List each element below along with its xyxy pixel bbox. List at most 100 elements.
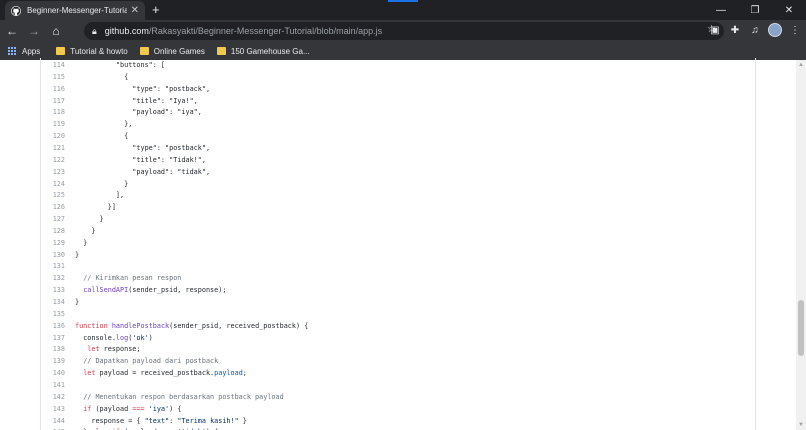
code-line: 128 } bbox=[41, 225, 755, 237]
media-icon[interactable]: ♫ bbox=[748, 22, 762, 38]
browser-tab[interactable]: Beginner-Messenger-Tutorial/ap ✕ bbox=[5, 1, 145, 20]
close-window-button[interactable]: ✕ bbox=[772, 0, 806, 20]
line-number[interactable]: 132 bbox=[41, 272, 65, 284]
code-token: "type": "postback", bbox=[75, 84, 211, 93]
code-view: 114 "buttons": [115 {116 "type": "postba… bbox=[40, 58, 756, 430]
maximize-button[interactable]: ❐ bbox=[738, 0, 772, 20]
tab-close-icon[interactable]: ✕ bbox=[131, 5, 139, 16]
line-number[interactable]: 129 bbox=[41, 237, 65, 249]
line-number[interactable]: 122 bbox=[41, 154, 65, 166]
code-line: 122 "title": "Tidak!", bbox=[41, 154, 755, 166]
url-path: /Rakasyakti/Beginner-Messenger-Tutorial/… bbox=[148, 26, 383, 36]
line-number[interactable]: 114 bbox=[41, 59, 65, 71]
line-number[interactable]: 141 bbox=[41, 379, 65, 391]
menu-icon[interactable]: ⋮ bbox=[788, 22, 802, 38]
code-token: let bbox=[83, 369, 96, 378]
line-number[interactable]: 140 bbox=[41, 367, 65, 379]
line-number[interactable]: 143 bbox=[41, 403, 65, 415]
scrollbar[interactable]: ▲ ▼ bbox=[796, 60, 806, 430]
code-token: === bbox=[132, 404, 145, 413]
code-line: 131 bbox=[41, 260, 755, 272]
code-text: "title": "Iya!", bbox=[75, 95, 197, 107]
bookmark-folder[interactable]: 150 Gamehouse Ga... bbox=[216, 47, 310, 56]
line-number[interactable]: 125 bbox=[41, 189, 65, 201]
line-number[interactable]: 139 bbox=[41, 355, 65, 367]
address-bar[interactable]: 🔒︎ github.com/Rakasyakti/Beginner-Messen… bbox=[84, 22, 724, 40]
line-number[interactable]: 118 bbox=[41, 106, 65, 118]
profile-avatar[interactable] bbox=[768, 23, 782, 37]
code-text: "type": "postback", bbox=[75, 83, 210, 95]
line-number[interactable]: 127 bbox=[41, 213, 65, 225]
code-line: 139 // Dapatkan payload dari postback bbox=[41, 355, 755, 367]
code-text: let payload = received_postback.payload; bbox=[75, 367, 247, 379]
code-line: 121 "type": "postback", bbox=[41, 142, 755, 154]
code-line: 133 callSendAPI(sender_psid, response); bbox=[41, 284, 755, 296]
code-token: ) { bbox=[169, 404, 182, 413]
code-line: 143 if (payload === 'iya') { bbox=[41, 403, 755, 415]
line-number[interactable]: 120 bbox=[41, 130, 65, 142]
line-number[interactable]: 136 bbox=[41, 320, 65, 332]
code-token: } bbox=[75, 226, 96, 235]
line-number[interactable]: 126 bbox=[41, 201, 65, 213]
home-button[interactable]: ⌂ bbox=[46, 21, 66, 41]
code-text: let response; bbox=[75, 343, 140, 355]
code-token: } bbox=[238, 416, 247, 425]
back-button[interactable]: ← bbox=[2, 21, 22, 41]
code-line: 115 { bbox=[41, 71, 755, 83]
line-number[interactable]: 137 bbox=[41, 332, 65, 344]
code-line: 129 } bbox=[41, 237, 755, 249]
bookmark-folder[interactable]: Online Games bbox=[139, 47, 205, 56]
line-number[interactable]: 144 bbox=[41, 415, 65, 427]
line-number[interactable]: 128 bbox=[41, 225, 65, 237]
code-text: "payload": "tidak", bbox=[75, 166, 210, 178]
extensions-icon[interactable]: ✚ bbox=[728, 22, 742, 38]
forward-button[interactable]: → bbox=[24, 21, 44, 41]
lock-icon: 🔒︎ bbox=[92, 25, 97, 36]
line-number[interactable]: 124 bbox=[41, 178, 65, 190]
bookmark-apps[interactable]: Apps bbox=[8, 46, 41, 56]
code-token: payload = received_postback. bbox=[95, 369, 215, 378]
line-number[interactable]: 123 bbox=[41, 166, 65, 178]
code-line: 120 { bbox=[41, 130, 755, 142]
code-line: 134} bbox=[41, 296, 755, 308]
line-number[interactable]: 119 bbox=[41, 118, 65, 130]
line-number[interactable]: 133 bbox=[41, 284, 65, 296]
code-text: "buttons": [ bbox=[75, 59, 165, 71]
code-token: { bbox=[75, 132, 129, 141]
cast-icon[interactable]: ▣ bbox=[708, 22, 722, 38]
tab-strip-indicator bbox=[388, 0, 418, 2]
line-number[interactable]: 142 bbox=[41, 391, 65, 403]
code-line: 135 bbox=[41, 308, 755, 320]
line-number[interactable]: 135 bbox=[41, 308, 65, 320]
line-number[interactable]: 115 bbox=[41, 71, 65, 83]
line-number[interactable]: 116 bbox=[41, 83, 65, 95]
code-line: 123 "payload": "tidak", bbox=[41, 166, 755, 178]
code-token: }] bbox=[75, 203, 116, 212]
code-text: // Kirimkan pesan respon bbox=[75, 272, 181, 284]
new-tab-button[interactable]: + bbox=[152, 3, 160, 17]
scroll-up-arrow-icon[interactable]: ▲ bbox=[798, 62, 804, 68]
line-number[interactable]: 145 bbox=[41, 426, 65, 430]
scroll-down-arrow-icon[interactable]: ▼ bbox=[798, 422, 804, 428]
code-token: response; bbox=[99, 345, 141, 354]
folder-icon bbox=[139, 47, 149, 55]
code-line: 124 } bbox=[41, 178, 755, 190]
code-token: "payload": "iya", bbox=[75, 108, 202, 117]
bookmark-label: Apps bbox=[22, 46, 41, 56]
line-number[interactable]: 121 bbox=[41, 142, 65, 154]
line-number[interactable]: 131 bbox=[41, 260, 65, 272]
line-number[interactable]: 138 bbox=[41, 343, 65, 355]
code-token: ) bbox=[148, 333, 153, 342]
code-text: "title": "Tidak!", bbox=[75, 154, 206, 166]
bookmark-folder[interactable]: Tutorial & howto bbox=[56, 47, 128, 56]
code-line: 126 }] bbox=[41, 201, 755, 213]
minimize-button[interactable]: — bbox=[704, 0, 738, 20]
code-token: } bbox=[75, 179, 129, 188]
line-number[interactable]: 117 bbox=[41, 95, 65, 107]
scrollbar-thumb[interactable] bbox=[798, 300, 804, 356]
line-number[interactable]: 130 bbox=[41, 249, 65, 261]
tab-title: Beginner-Messenger-Tutorial/ap bbox=[27, 6, 127, 15]
code-text: { bbox=[75, 71, 128, 83]
line-number[interactable]: 134 bbox=[41, 296, 65, 308]
page-content: 114 "buttons": [115 {116 "type": "postba… bbox=[0, 58, 806, 430]
